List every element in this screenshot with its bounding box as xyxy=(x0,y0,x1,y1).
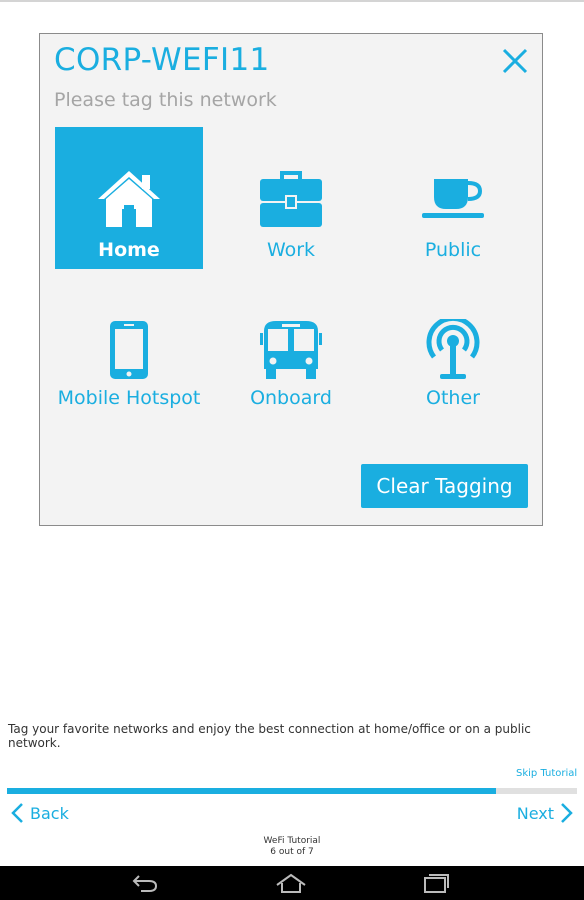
tag-public-button[interactable]: Public xyxy=(379,127,527,269)
tag-home-button[interactable]: Home xyxy=(55,127,203,269)
chevron-right-icon xyxy=(561,803,573,823)
tag-label: Other xyxy=(426,387,480,409)
next-button[interactable]: Next xyxy=(517,801,574,825)
footer-page-indicator: 6 out of 7 xyxy=(270,847,314,857)
chevron-left-icon xyxy=(11,803,23,823)
briefcase-icon xyxy=(260,171,322,227)
network-name: CORP-WEFI11 xyxy=(54,42,270,78)
tutorial-caption: Tag your favorite networks and enjoy the… xyxy=(8,722,531,750)
system-navigation-bar xyxy=(0,866,584,900)
bus-icon xyxy=(260,321,322,379)
antenna-icon xyxy=(426,319,480,379)
back-button[interactable]: Back xyxy=(10,801,69,825)
skip-tutorial-link[interactable]: Skip Tutorial xyxy=(516,768,577,779)
progress-fill xyxy=(7,788,496,794)
tag-label: Public xyxy=(424,239,482,261)
dialog-subtitle: Please tag this network xyxy=(54,89,277,111)
tag-work-button[interactable]: Work xyxy=(217,127,365,269)
tag-other-button[interactable]: Other xyxy=(379,279,527,421)
close-icon xyxy=(502,48,528,74)
home-icon xyxy=(98,171,160,227)
tag-label: Work xyxy=(266,239,316,261)
footer-title: WeFi Tutorial xyxy=(263,836,321,846)
home-outline-icon xyxy=(276,873,306,893)
recent-apps-icon xyxy=(424,874,449,893)
mobile-phone-icon xyxy=(110,321,148,379)
tag-network-dialog: CORP-WEFI11 Please tag this network Home… xyxy=(39,33,543,526)
back-label: Back xyxy=(30,803,69,823)
nav-back-button[interactable] xyxy=(131,872,159,898)
nav-recents-button[interactable] xyxy=(422,872,450,898)
tag-label: Home xyxy=(98,239,160,261)
close-button[interactable] xyxy=(500,46,530,76)
tag-onboard-button[interactable]: Onboard xyxy=(217,279,365,421)
tag-label: Onboard xyxy=(250,387,332,409)
clear-tagging-button[interactable]: Clear Tagging xyxy=(361,464,528,508)
nav-home-button[interactable] xyxy=(275,872,307,898)
tag-mobile-hotspot-button[interactable]: Mobile Hotspot xyxy=(55,279,203,421)
next-label: Next xyxy=(516,803,554,823)
back-arrow-icon xyxy=(132,875,158,892)
coffee-cup-icon xyxy=(422,179,484,218)
top-divider xyxy=(0,0,584,2)
tutorial-progress-bar xyxy=(7,788,577,794)
tag-label: Mobile Hotspot xyxy=(57,387,201,409)
